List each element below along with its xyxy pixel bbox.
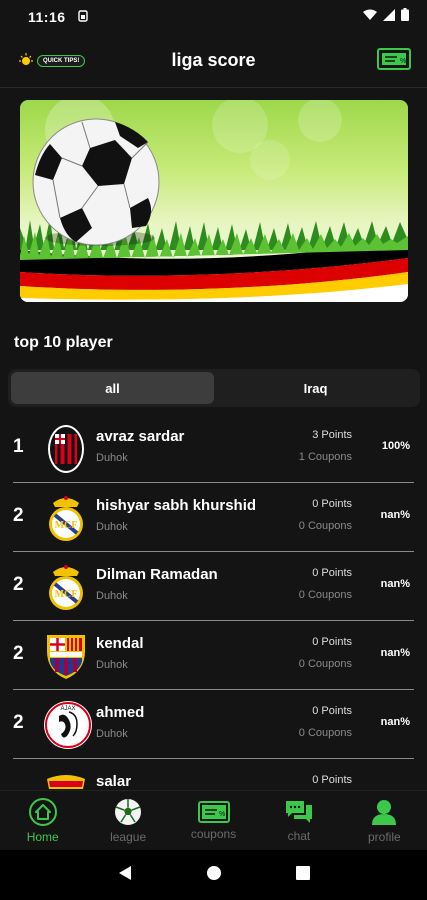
nav-coupons[interactable]: % coupons xyxy=(171,791,256,850)
player-coupons: 0 Coupons xyxy=(298,520,352,532)
player-rank: 2 xyxy=(13,643,24,664)
coupon-icon: % xyxy=(377,48,411,70)
nav-coupons-label: coupons xyxy=(190,826,237,841)
player-points: 0 Points xyxy=(312,498,352,510)
app-title: liga score xyxy=(171,50,256,70)
list-item[interactable]: 2 AJAX ahmed Duhok 0 Points 0 Coupons na… xyxy=(13,690,414,759)
ball-icon xyxy=(115,798,142,825)
list-item[interactable]: salar 0 Points xyxy=(13,759,414,790)
player-percentage: nan% xyxy=(380,647,410,659)
nav-league-label: league xyxy=(110,829,147,844)
club-logo-icon xyxy=(43,631,89,681)
player-coupons: 0 Coupons xyxy=(298,727,352,739)
battery-icon xyxy=(401,8,409,26)
player-name: avraz sardar xyxy=(96,428,185,445)
club-logo-icon: MCF xyxy=(43,493,89,543)
tab-all[interactable]: all xyxy=(11,372,214,404)
player-coupons: 1 Coupons xyxy=(298,451,352,463)
signal-icon xyxy=(383,8,395,26)
player-points: 0 Points xyxy=(312,705,352,717)
club-logo-icon xyxy=(43,769,89,790)
sun-icon xyxy=(18,52,34,70)
player-coupons: 0 Coupons xyxy=(298,589,352,601)
home-icon xyxy=(28,797,57,826)
svg-text:AJAX: AJAX xyxy=(60,706,75,712)
quick-tips-button[interactable]: QUICK TIPS! xyxy=(18,52,86,70)
player-points: 0 Points xyxy=(312,636,352,648)
club-logo-icon: AJAX xyxy=(43,700,92,750)
back-icon[interactable] xyxy=(117,865,133,886)
filter-tabs: all Iraq xyxy=(8,369,420,407)
tab-iraq[interactable]: Iraq xyxy=(214,372,417,404)
player-name: kendal xyxy=(96,635,144,652)
player-rank: 2 xyxy=(13,712,24,733)
list-item[interactable]: 1 avraz sardar Duhok 3 Points 1 Coupons … xyxy=(13,414,414,483)
wifi-icon xyxy=(363,8,377,26)
player-rank: 2 xyxy=(13,574,24,595)
coupon-icon: % xyxy=(197,800,230,823)
player-rank: 1 xyxy=(13,436,24,457)
nav-home[interactable]: Home xyxy=(0,791,85,850)
player-list: 1 avraz sardar Duhok 3 Points 1 Coupons … xyxy=(0,414,427,790)
club-logo-icon xyxy=(43,424,89,474)
home-circle-icon[interactable] xyxy=(206,865,222,886)
player-city: Duhok xyxy=(96,659,128,671)
player-percentage: 100% xyxy=(381,440,410,452)
player-name: hishyar sabh khurshid xyxy=(96,497,257,514)
sim-icon xyxy=(77,9,88,25)
soccer-ball-icon xyxy=(32,118,160,246)
status-time: 11:16 xyxy=(28,9,66,25)
quick-tips-label: QUICK TIPS! xyxy=(37,55,86,67)
svg-text:MCF: MCF xyxy=(55,589,78,600)
svg-text:%: % xyxy=(400,58,406,65)
list-item[interactable]: 2 kendal Duhok 0 Points 0 Coupons nan% xyxy=(13,621,414,690)
player-name: salar xyxy=(96,773,132,790)
system-nav-bar xyxy=(0,850,427,900)
nav-home-label: Home xyxy=(26,829,59,844)
player-name: Dilman Ramadan xyxy=(96,566,218,583)
chat-icon xyxy=(285,800,312,823)
player-city: Duhok xyxy=(96,590,128,602)
player-percentage: nan% xyxy=(380,716,410,728)
coupon-button[interactable]: % xyxy=(377,48,411,75)
list-item[interactable]: 2 MCF hishyar sabh khurshid Duhok 0 Poin… xyxy=(13,483,414,552)
section-title: top 10 player xyxy=(14,334,113,351)
player-percentage: nan% xyxy=(380,578,410,590)
nav-profile-label: profile xyxy=(367,829,401,844)
recents-icon[interactable] xyxy=(296,865,311,885)
player-name: ahmed xyxy=(96,704,145,721)
club-logo-icon: MCF xyxy=(43,562,89,612)
player-points: 0 Points xyxy=(312,774,352,786)
app-bar: QUICK TIPS! liga score % xyxy=(0,34,427,88)
list-item[interactable]: 2 MCF Dilman Ramadan Duhok 0 Points 0 Co… xyxy=(13,552,414,621)
svg-text:MCF: MCF xyxy=(55,520,78,531)
player-rank: 2 xyxy=(13,505,24,526)
nav-chat-label: chat xyxy=(287,828,311,843)
player-city: Duhok xyxy=(96,452,128,464)
player-coupons: 0 Coupons xyxy=(298,658,352,670)
player-city: Duhok xyxy=(96,521,128,533)
main-content: top 10 player all Iraq 1 avraz sardar Du… xyxy=(0,88,427,790)
player-percentage: nan% xyxy=(380,509,410,521)
banner-image xyxy=(20,100,408,302)
bottom-nav: Home league % coupons chat profile xyxy=(0,790,427,850)
nav-profile[interactable]: profile xyxy=(342,791,427,850)
nav-league[interactable]: league xyxy=(85,791,170,850)
player-points: 0 Points xyxy=(312,567,352,579)
player-city: Duhok xyxy=(96,728,128,740)
player-points: 3 Points xyxy=(312,429,352,441)
profile-icon xyxy=(372,799,397,825)
svg-text:%: % xyxy=(219,811,225,818)
nav-chat[interactable]: chat xyxy=(256,791,341,850)
status-bar: 11:16 xyxy=(0,0,427,34)
